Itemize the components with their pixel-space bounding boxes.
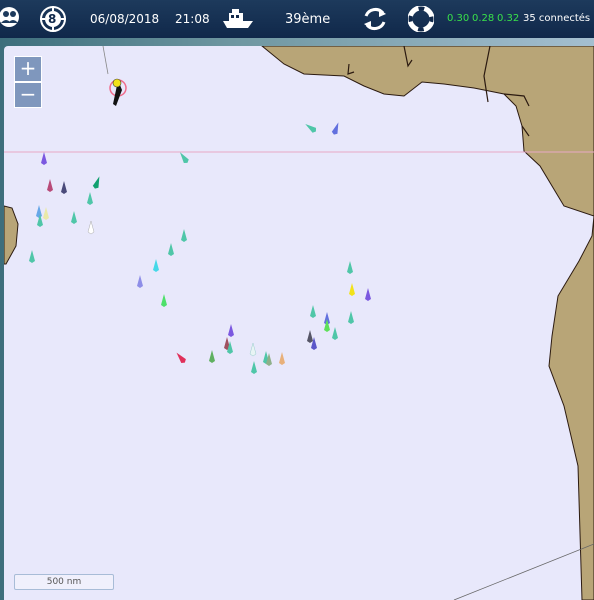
boat-marker[interactable] bbox=[92, 175, 102, 189]
boat-marker[interactable] bbox=[137, 275, 143, 288]
rank-label: 39ème bbox=[285, 12, 331, 27]
speed-value-1: 0.30 bbox=[447, 13, 470, 24]
boat-marker[interactable] bbox=[347, 261, 353, 274]
boat-marker[interactable] bbox=[307, 330, 313, 343]
boat-marker[interactable] bbox=[348, 311, 354, 324]
boat-marker[interactable] bbox=[251, 361, 257, 374]
time-label: 21:08 bbox=[175, 12, 210, 26]
boat-marker[interactable] bbox=[331, 121, 341, 135]
boat-marker[interactable] bbox=[209, 350, 215, 363]
speed-value-3: 0.32 bbox=[497, 13, 520, 24]
people-icon[interactable] bbox=[0, 5, 20, 29]
map-canvas[interactable]: + − 500 nm bbox=[4, 46, 594, 600]
boat-marker[interactable] bbox=[36, 205, 42, 218]
boat-marker[interactable] bbox=[47, 179, 53, 192]
own-boat-marker[interactable] bbox=[109, 78, 127, 106]
lifebuoy-icon[interactable] bbox=[408, 6, 434, 32]
boat-marker[interactable] bbox=[365, 288, 371, 301]
boat-marker[interactable] bbox=[279, 352, 285, 365]
boat-marker[interactable] bbox=[43, 207, 49, 220]
land-west-edge bbox=[4, 205, 19, 265]
route-line bbox=[453, 543, 594, 600]
zoom-out-button[interactable]: − bbox=[14, 82, 42, 108]
zoom-in-button[interactable]: + bbox=[14, 56, 42, 82]
boat-marker[interactable] bbox=[71, 211, 77, 224]
boat-marker[interactable] bbox=[41, 152, 47, 165]
refresh-icon[interactable] bbox=[361, 5, 389, 33]
boat-marker[interactable] bbox=[161, 294, 167, 307]
boat-marker[interactable] bbox=[87, 192, 93, 205]
boat-icon[interactable] bbox=[221, 7, 255, 31]
connected-count: 35 connectés bbox=[523, 13, 591, 24]
boat-marker[interactable] bbox=[249, 342, 257, 357]
boat-marker[interactable] bbox=[332, 327, 338, 340]
boat-marker[interactable] bbox=[228, 324, 234, 337]
boat-marker[interactable] bbox=[29, 250, 35, 263]
boat-marker[interactable] bbox=[349, 283, 355, 296]
boat-marker[interactable] bbox=[87, 220, 95, 235]
speed-value-2: 0.28 bbox=[472, 13, 495, 24]
boat-marker[interactable] bbox=[181, 229, 187, 242]
scale-bar: 500 nm bbox=[14, 574, 114, 590]
top-toolbar: 8 06/08/2018 21:08 39ème 0.30 0.28 0.32 … bbox=[0, 0, 594, 38]
wheel-badge-icon[interactable]: 8 bbox=[40, 6, 66, 32]
map-svg bbox=[4, 46, 594, 600]
boat-marker[interactable] bbox=[61, 181, 67, 194]
boat-marker[interactable] bbox=[178, 151, 190, 165]
boat-marker[interactable] bbox=[168, 243, 174, 256]
boat-marker[interactable] bbox=[174, 351, 187, 365]
own-track-line bbox=[102, 46, 109, 75]
boat-marker[interactable] bbox=[153, 259, 159, 272]
boat-marker[interactable] bbox=[304, 122, 318, 134]
fleet-boats bbox=[29, 121, 371, 374]
badge-count: 8 bbox=[48, 12, 57, 26]
scale-label: 500 nm bbox=[46, 577, 82, 587]
boat-marker[interactable] bbox=[310, 305, 316, 318]
date-label: 06/08/2018 bbox=[90, 12, 160, 26]
